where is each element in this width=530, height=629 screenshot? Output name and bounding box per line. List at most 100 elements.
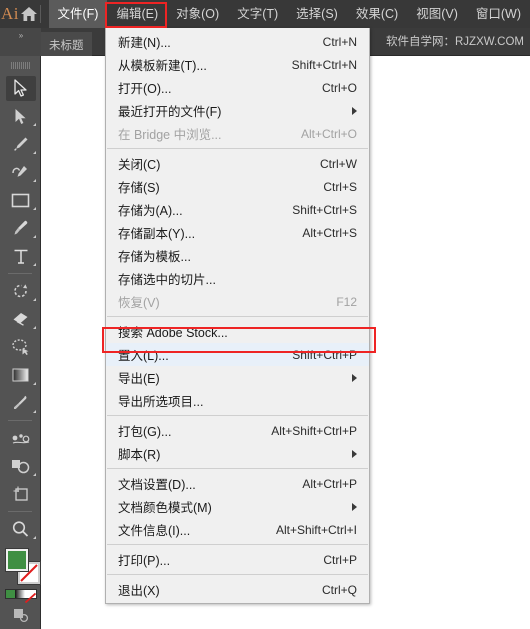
tool-group-corner-icon: [33, 179, 36, 182]
menu-item-label: 新建(N)...: [118, 36, 171, 50]
menu-bar: 文件(F) 编辑(E) 对象(O) 文字(T) 选择(S) 效果(C) 视图(V) 窗口(W): [48, 0, 530, 28]
menu-item[interactable]: 存储选中的切片...: [106, 267, 369, 290]
menu-item-label: 导出(E): [118, 372, 160, 386]
gradient-tool-glyph: [6, 363, 36, 388]
menu-title-6[interactable]: 视图(V): [407, 0, 467, 28]
menu-item-label: 脚本(R): [118, 448, 161, 462]
menu-item[interactable]: 退出(X) Ctrl+Q: [106, 578, 369, 601]
chevron-right-icon: [352, 502, 357, 511]
blend-tool[interactable]: [0, 424, 41, 452]
menu-item-label: 存储选中的切片...: [118, 273, 216, 287]
zoom-tool-glyph: [6, 517, 36, 542]
eyedropper-tool-glyph: [6, 391, 36, 416]
selection-tool-glyph: [5, 75, 36, 101]
menu-item[interactable]: 置入(L)... Shift+Ctrl+P: [106, 343, 369, 366]
artboard-tool[interactable]: [0, 480, 41, 508]
menu-item-shortcut: Ctrl+W: [320, 156, 357, 171]
home-icon[interactable]: [20, 0, 38, 28]
zoom-tool[interactable]: [0, 515, 41, 543]
menu-item-shortcut: Ctrl+N: [322, 34, 357, 49]
menu-item-shortcut: Alt+Ctrl+S: [302, 225, 357, 240]
panel-collapse-icon[interactable]: »: [0, 28, 41, 56]
pen-tool[interactable]: [0, 130, 41, 158]
menu-item[interactable]: 搜索 Adobe Stock...: [106, 320, 369, 343]
illustrator-logo: Ai: [1, 4, 20, 23]
menu-item[interactable]: 文档颜色模式(M): [106, 495, 369, 518]
menu-item-shortcut: Ctrl+S: [323, 179, 357, 194]
menu-item[interactable]: 从模板新建(T)... Shift+Ctrl+N: [106, 53, 369, 76]
menu-item[interactable]: 导出所选项目...: [106, 389, 369, 412]
menu-item-label: 在 Bridge 中浏览...: [118, 128, 222, 142]
shape-builder-tool[interactable]: [0, 452, 41, 480]
menu-item[interactable]: 新建(N)... Ctrl+N: [106, 30, 369, 53]
color-mode-bar[interactable]: [5, 589, 37, 604]
chevron-right-icon: [352, 373, 357, 382]
menu-item[interactable]: 关闭(C) Ctrl+W: [106, 152, 369, 175]
type-tool-glyph: [6, 244, 36, 269]
menu-item[interactable]: 打印(P)... Ctrl+P: [106, 548, 369, 571]
eyedropper-tool[interactable]: [0, 389, 41, 417]
tool-group-corner-icon: [33, 207, 36, 210]
tools-panel-grip[interactable]: [0, 56, 40, 70]
shape-builder-tool-glyph: [6, 454, 36, 479]
tool-group-corner-icon: [33, 536, 36, 539]
type-tool[interactable]: [0, 242, 41, 270]
menu-title-7[interactable]: 窗口(W): [467, 0, 530, 28]
none-button[interactable]: [24, 590, 37, 604]
menu-item-shortcut: Shift+Ctrl+S: [292, 202, 357, 217]
menu-item[interactable]: 打开(O)... Ctrl+O: [106, 76, 369, 99]
menu-item[interactable]: 存储(S) Ctrl+S: [106, 175, 369, 198]
menu-item[interactable]: 存储为(A)... Shift+Ctrl+S: [106, 198, 369, 221]
menu-item[interactable]: 存储副本(Y)... Alt+Ctrl+S: [106, 221, 369, 244]
menu-item-label: 从模板新建(T)...: [118, 59, 207, 73]
lasso-tool-glyph: [6, 335, 36, 360]
menu-item[interactable]: 文档设置(D)... Alt+Ctrl+P: [106, 472, 369, 495]
menu-title-0[interactable]: 文件(F): [48, 0, 108, 28]
rectangle-tool-glyph: [6, 188, 36, 213]
color-button[interactable]: [6, 590, 16, 598]
menu-title-3[interactable]: 文字(T): [228, 0, 287, 28]
menu-title-4[interactable]: 选择(S): [287, 0, 347, 28]
menu-item-label: 存储副本(Y)...: [118, 227, 196, 241]
rotate-tool[interactable]: [0, 277, 41, 305]
menu-item-shortcut: Ctrl+O: [321, 80, 357, 95]
menu-item[interactable]: 最近打开的文件(F): [106, 99, 369, 122]
pen-tool-glyph: [6, 132, 36, 157]
menu-item-label: 文件信息(I)...: [118, 524, 191, 538]
menu-item[interactable]: 文件信息(I)... Alt+Shift+Ctrl+I: [106, 518, 369, 541]
lasso-tool[interactable]: [0, 333, 41, 361]
menu-separator: [107, 574, 368, 575]
gradient-button[interactable]: [15, 590, 25, 598]
menu-item-shortcut: Alt+Ctrl+O: [300, 126, 357, 141]
menu-item-label: 打包(G)...: [118, 425, 172, 439]
eraser-tool[interactable]: [0, 305, 41, 333]
tool-group-corner-icon: [33, 123, 36, 126]
menu-title-5[interactable]: 效果(C): [347, 0, 407, 28]
menu-item[interactable]: 存储为模板...: [106, 244, 369, 267]
drawing-mode-icon[interactable]: [0, 601, 41, 629]
menu-item-shortcut: Alt+Ctrl+P: [302, 476, 357, 491]
direct-selection-tool[interactable]: [0, 102, 41, 130]
menu-item-shortcut: Ctrl+P: [323, 552, 357, 567]
menu-item[interactable]: 脚本(R): [106, 442, 369, 465]
menu-item-label: 恢复(V): [118, 296, 160, 310]
menu-item-label: 最近打开的文件(F): [118, 105, 222, 119]
paintbrush-tool[interactable]: [0, 214, 41, 242]
direct-selection-tool-glyph: [6, 104, 36, 129]
curvature-tool[interactable]: [0, 158, 41, 186]
menu-item-label: 打印(P)...: [118, 554, 171, 568]
menu-item[interactable]: 打包(G)... Alt+Shift+Ctrl+P: [106, 419, 369, 442]
tool-group-corner-icon: [33, 326, 36, 329]
document-tab[interactable]: 未标题: [41, 32, 92, 56]
selection-tool[interactable]: [0, 74, 41, 102]
drawing-mode-glyph: [6, 603, 36, 628]
fill-color-swatch[interactable]: [6, 549, 28, 571]
menu-title-1[interactable]: 编辑(E): [107, 0, 167, 28]
tool-group-corner-icon: [33, 235, 36, 238]
menu-item[interactable]: 导出(E): [106, 366, 369, 389]
gradient-tool[interactable]: [0, 361, 41, 389]
menu-separator: [107, 415, 368, 416]
rectangle-tool[interactable]: [0, 186, 41, 214]
menu-title-2[interactable]: 对象(O): [167, 0, 228, 28]
menu-item-label: 打开(O)...: [118, 82, 172, 96]
